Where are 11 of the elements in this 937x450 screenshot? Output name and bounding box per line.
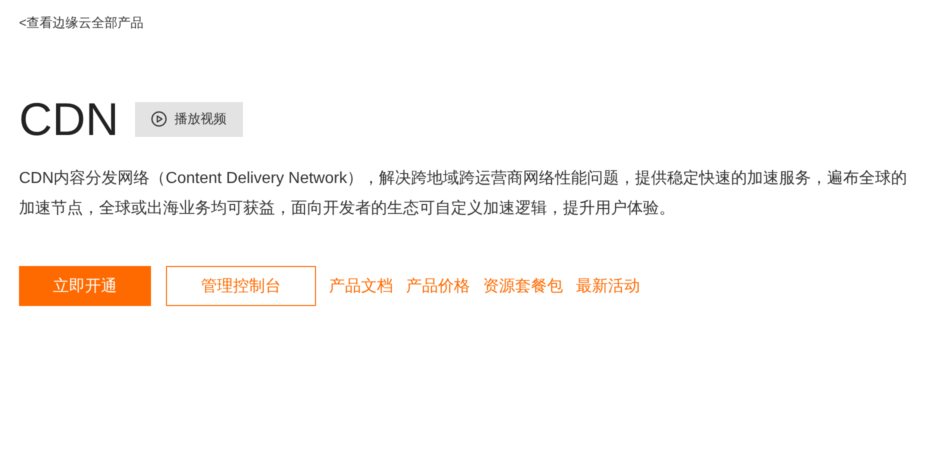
activate-button[interactable]: 立即开通 <box>19 266 151 306</box>
product-link[interactable]: 产品文档 <box>329 276 393 296</box>
console-button[interactable]: 管理控制台 <box>166 266 316 306</box>
product-link[interactable]: 产品价格 <box>406 276 470 296</box>
product-link[interactable]: 最新活动 <box>576 276 640 296</box>
page-title: CDN <box>19 96 119 142</box>
product-description: CDN内容分发网络（Content Delivery Network），解决跨地域跨运营商网络性能问题，提供稳定快速的加速服务，遍布全球的加速节点，全球或出海业务均可获益，面向开发者的生态可自定义加速逻辑，提升用户体验。 <box>19 168 908 219</box>
back-link[interactable]: <查看边缘云全部产品 <box>19 14 144 32</box>
play-video-button[interactable]: 播放视频 <box>134 102 243 136</box>
product-link[interactable]: 资源套餐包 <box>483 276 563 296</box>
play-icon <box>150 111 167 127</box>
